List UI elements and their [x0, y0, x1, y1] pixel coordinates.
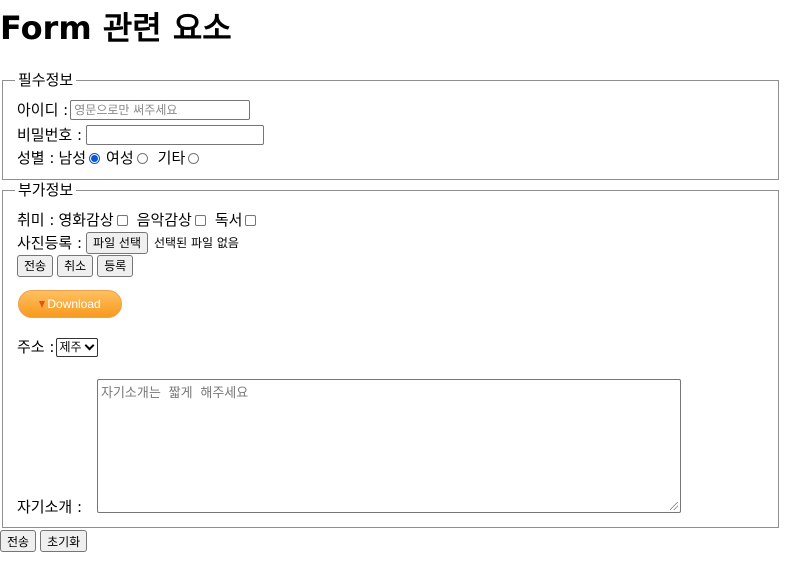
hobby-option-music-label: 음악감상 — [136, 211, 192, 229]
file-status-text: 선택된 파일 없음 — [154, 236, 239, 250]
page-title: Form 관련 요소 — [0, 9, 232, 47]
gender-label: 성별 : — [17, 149, 55, 167]
gender-option-other-label: 기타 — [157, 149, 186, 167]
gender-option-male-label: 남성 — [58, 149, 87, 167]
file-select-button[interactable]: 파일 선택 — [86, 232, 149, 254]
chevron-down-icon — [84, 340, 94, 351]
download-button[interactable]: Download — [18, 290, 122, 318]
id-input[interactable] — [70, 100, 251, 120]
required-info-fieldset: 필수정보 아이디 : 비밀번호 : 성별 : 남성 여성 기타 — [2, 71, 779, 180]
hobby-checkbox-reading[interactable] — [245, 214, 257, 226]
additional-info-legend: 부가정보 — [15, 181, 77, 199]
additional-info-fieldset: 부가정보 취미 : 영화감상 음악감상 독서 사진등록 : 파일 선택 선택된 … — [2, 181, 779, 528]
gender-option-female-label: 여성 — [106, 149, 134, 167]
password-input[interactable] — [86, 125, 265, 145]
gender-radio-female[interactable] — [136, 152, 148, 164]
photo-label: 사진등록 : — [17, 234, 83, 252]
register-button[interactable]: 등록 — [97, 255, 134, 277]
address-selected-value: 제주 — [59, 340, 82, 354]
intro-textarea[interactable]: 자기소개는 짧게 해주세요 — [97, 379, 681, 513]
download-label: Download — [47, 297, 101, 311]
intro-label: 자기소개 : — [17, 498, 83, 516]
hobby-label: 취미 : — [17, 211, 55, 229]
password-row: 비밀번호 : — [17, 125, 265, 145]
hobby-option-movie-label: 영화감상 — [58, 211, 114, 229]
address-label: 주소 : — [17, 338, 55, 356]
hobby-option-reading-label: 독서 — [214, 211, 243, 229]
address-select[interactable]: 제주 — [56, 337, 98, 357]
required-info-legend: 필수정보 — [15, 71, 77, 89]
cancel-button[interactable]: 취소 — [57, 255, 94, 277]
send-button[interactable]: 전송 — [17, 255, 54, 277]
gender-radio-other[interactable] — [188, 152, 200, 164]
action-buttons-row: 전송 취소 등록 — [17, 255, 137, 277]
gender-row: 성별 : 남성 여성 기타 — [17, 148, 205, 168]
reset-button[interactable]: 초기화 — [40, 530, 88, 552]
id-label: 아이디 : — [17, 101, 69, 119]
id-row: 아이디 : — [17, 100, 251, 120]
hobby-checkbox-movie[interactable] — [116, 214, 128, 226]
address-row: 주소 : 제주 — [17, 337, 98, 357]
gender-radio-male[interactable] — [89, 152, 101, 164]
photo-row: 사진등록 : 파일 선택 선택된 파일 없음 — [17, 232, 239, 254]
submit-button[interactable]: 전송 — [0, 530, 37, 552]
intro-placeholder: 자기소개는 짧게 해주세요 — [101, 386, 249, 401]
resize-grip-icon[interactable] — [670, 502, 678, 510]
password-label: 비밀번호 : — [17, 126, 83, 144]
hobby-row: 취미 : 영화감상 음악감상 독서 — [17, 210, 262, 230]
hobby-checkbox-music[interactable] — [194, 214, 206, 226]
download-arrow-icon — [39, 300, 46, 308]
form-footer: 전송 초기화 — [0, 530, 91, 552]
intro-label-row: 자기소개 : — [17, 497, 82, 517]
